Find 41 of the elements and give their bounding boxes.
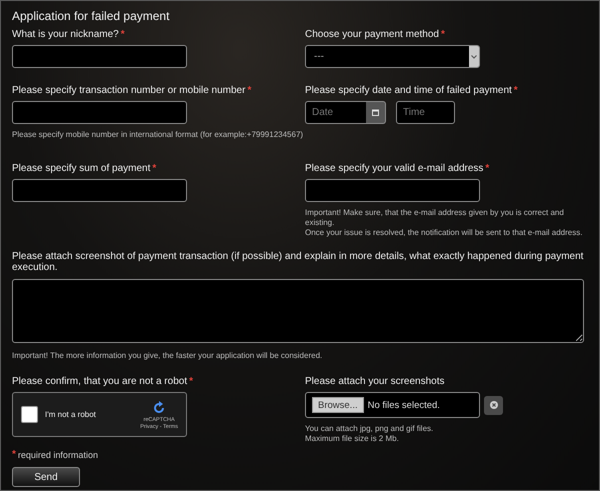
email-field[interactable] [305, 179, 480, 202]
details-textarea[interactable] [12, 279, 584, 343]
required-note: required information [18, 450, 98, 460]
field-label: What is your nickname? [12, 29, 119, 40]
close-icon [490, 401, 498, 409]
field-label: Please specify date and time of failed payment [305, 85, 512, 96]
required-mark: * [247, 85, 252, 96]
required-mark: * [152, 163, 156, 174]
robot-checkbox[interactable] [21, 406, 38, 423]
required-mark: * [189, 376, 194, 387]
send-button[interactable]: Send [12, 467, 80, 487]
time-field[interactable]: Time [396, 101, 455, 124]
field-label: Please specify transaction number or mobile number [12, 85, 246, 96]
form-title: Application for failed payment [12, 9, 170, 23]
field-label: Choose your payment method [305, 29, 439, 40]
sum-field[interactable] [12, 179, 187, 202]
field-label: Please attach your screenshots [305, 376, 445, 387]
file-note: Maximum file size is 2 Mb. [305, 434, 400, 444]
required-mark: * [12, 449, 16, 460]
nickname-field[interactable] [12, 45, 187, 68]
required-mark: * [485, 163, 490, 174]
required-mark: * [440, 29, 445, 40]
field-label: Please confirm, that you are not a robot [12, 376, 188, 387]
file-field[interactable]: Browse... No files selected. [305, 392, 480, 418]
file-status: No files selected. [368, 400, 440, 410]
captcha-label: I'm not a robot [45, 410, 97, 419]
details-note: Important! The more information you give, the faster your application will be considered. [12, 351, 322, 361]
required-mark: * [514, 85, 518, 96]
hint-text: Please specify mobile number in international format (for example:+79991234567) [12, 130, 304, 140]
transaction-field[interactable] [12, 101, 187, 124]
file-note: You can attach jpg, png and gif files. [305, 424, 434, 434]
field-label: Please specify your valid e-mail address [305, 163, 484, 174]
email-note: Important! Make sure, that the e-mail address given by you is correct and existing. [305, 208, 565, 228]
browse-button[interactable]: Browse... [312, 397, 364, 413]
field-label: Please specify sum of payment [12, 163, 150, 174]
clear-button[interactable] [484, 396, 503, 414]
email-note: Once your issue is resolved, the notification will be sent to that e-mail address. [305, 228, 584, 238]
required-mark: * [120, 29, 125, 40]
chevron-down-icon [471, 54, 477, 58]
field-label: Please attach screenshot of payment transaction (if possible) and explain in more details, what exactly happened during payment execution. [12, 251, 584, 273]
payment-method-select[interactable]: --- [305, 45, 480, 68]
